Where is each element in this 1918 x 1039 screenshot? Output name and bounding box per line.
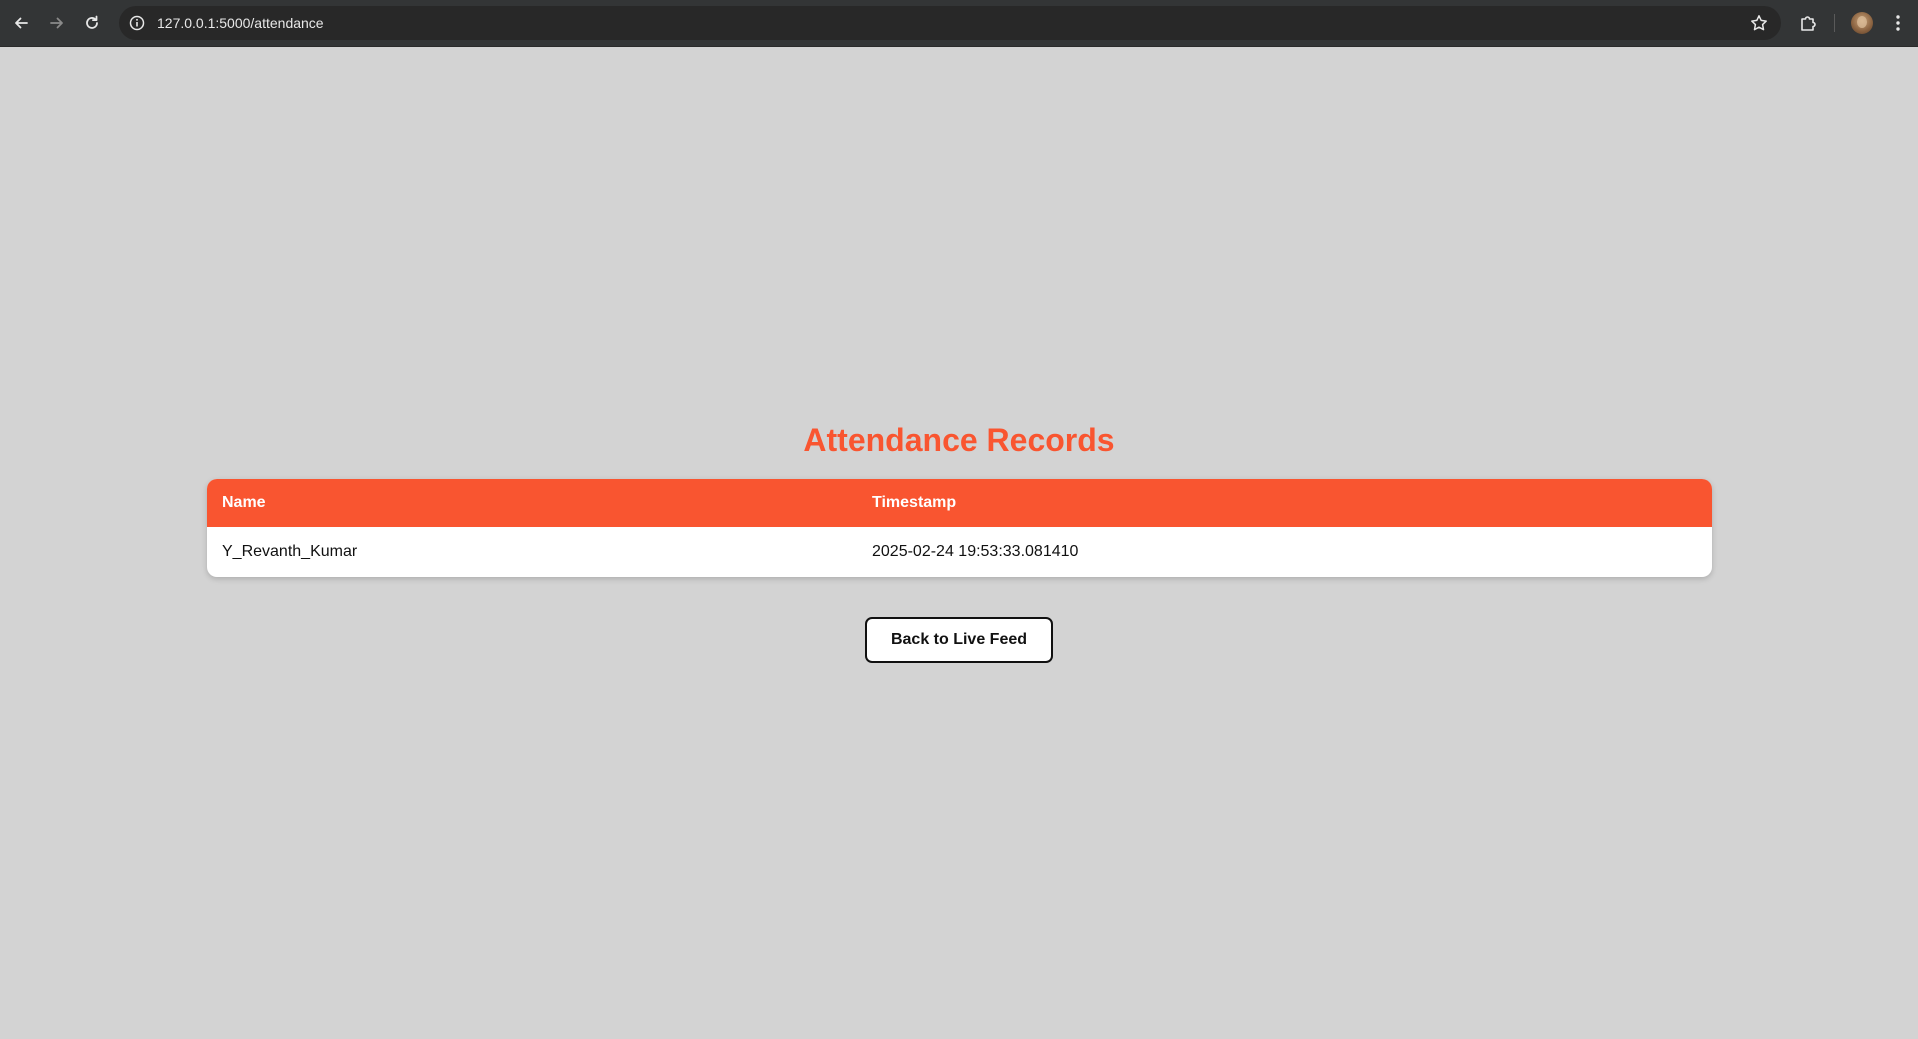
reload-icon[interactable] <box>80 11 104 35</box>
toolbar-divider <box>1834 14 1835 32</box>
cell-name: Y_Revanth_Kumar <box>222 543 358 560</box>
column-header-name: Name <box>222 494 266 511</box>
back-to-live-feed-button[interactable]: Back to Live Feed <box>865 617 1053 663</box>
page-title: Attendance Records <box>803 422 1115 458</box>
table-row: Y_Revanth_Kumar 2025-02-24 19:53:33.0814… <box>207 527 1712 577</box>
attendance-table: Name Timestamp Y_Revanth_Kumar 2025-02-2… <box>207 479 1712 577</box>
extensions-icon[interactable] <box>1797 12 1819 34</box>
cell-timestamp: 2025-02-24 19:53:33.081410 <box>872 543 1079 560</box>
back-arrow-icon[interactable] <box>9 11 33 35</box>
browser-toolbar: 127.0.0.1:5000/attendance <box>0 0 1918 47</box>
table-header-row: Name Timestamp <box>207 479 1712 527</box>
address-bar[interactable]: 127.0.0.1:5000/attendance <box>119 6 1781 40</box>
url-text[interactable]: 127.0.0.1:5000/attendance <box>157 14 324 32</box>
profile-avatar[interactable] <box>1851 12 1873 34</box>
column-header-timestamp: Timestamp <box>872 494 957 511</box>
star-icon[interactable] <box>1749 13 1769 33</box>
kebab-menu-icon[interactable] <box>1887 12 1909 34</box>
info-icon[interactable] <box>128 14 146 32</box>
forward-arrow-icon[interactable] <box>45 11 69 35</box>
